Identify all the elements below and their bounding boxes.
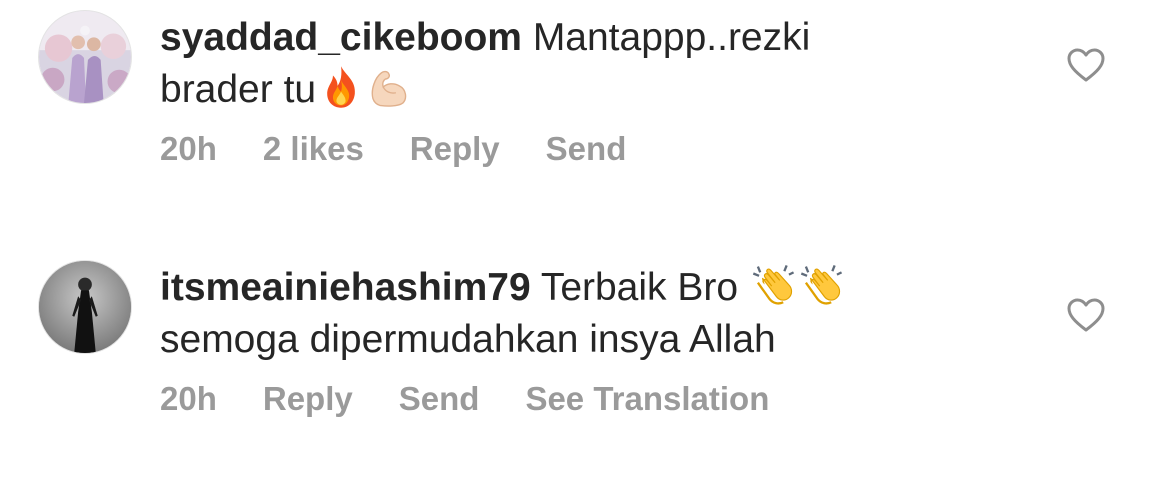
comment-text-line2: semoga dipermudahkan insya Allah [160, 318, 776, 361]
comment-timestamp: 20h [160, 380, 217, 417]
comment-username[interactable]: itsmeainiehashim79 [160, 266, 531, 309]
reply-button[interactable]: Reply [263, 380, 353, 417]
avatar-image [39, 11, 131, 103]
comment-username[interactable]: syaddad_cikeboom [160, 16, 522, 59]
like-heart-icon[interactable] [1066, 296, 1106, 336]
comment-body: syaddad_cikeboom Mantappp..rezki brader … [160, 12, 920, 116]
avatar[interactable] [38, 10, 132, 104]
flexed-biceps-emoji [366, 64, 412, 110]
comment-timestamp: 20h [160, 130, 217, 167]
avatar-image [39, 261, 131, 353]
comment-item: itsmeainiehashim79 Terbaik Bro semoga di… [0, 250, 1170, 450]
send-button[interactable]: Send [399, 380, 480, 417]
comment-meta: 20h Reply Send See Translation [160, 380, 815, 418]
see-translation-button[interactable]: See Translation [525, 380, 769, 417]
reply-button[interactable]: Reply [410, 130, 500, 167]
clapping-hands-emoji [799, 262, 845, 308]
comment-item: syaddad_cikeboom Mantappp..rezki brader … [0, 0, 1170, 200]
comment-meta: 20h 2 likes Reply Send [160, 130, 672, 168]
clapping-hands-emoji [751, 262, 797, 308]
likes-count-link[interactable]: 2 likes [263, 130, 364, 167]
like-heart-icon[interactable] [1066, 46, 1106, 86]
comment-text-line1: Terbaik Bro [540, 266, 739, 309]
comment-body: itsmeainiehashim79 Terbaik Bro semoga di… [160, 262, 920, 366]
send-button[interactable]: Send [546, 130, 627, 167]
fire-emoji [318, 64, 364, 110]
avatar[interactable] [38, 260, 132, 354]
